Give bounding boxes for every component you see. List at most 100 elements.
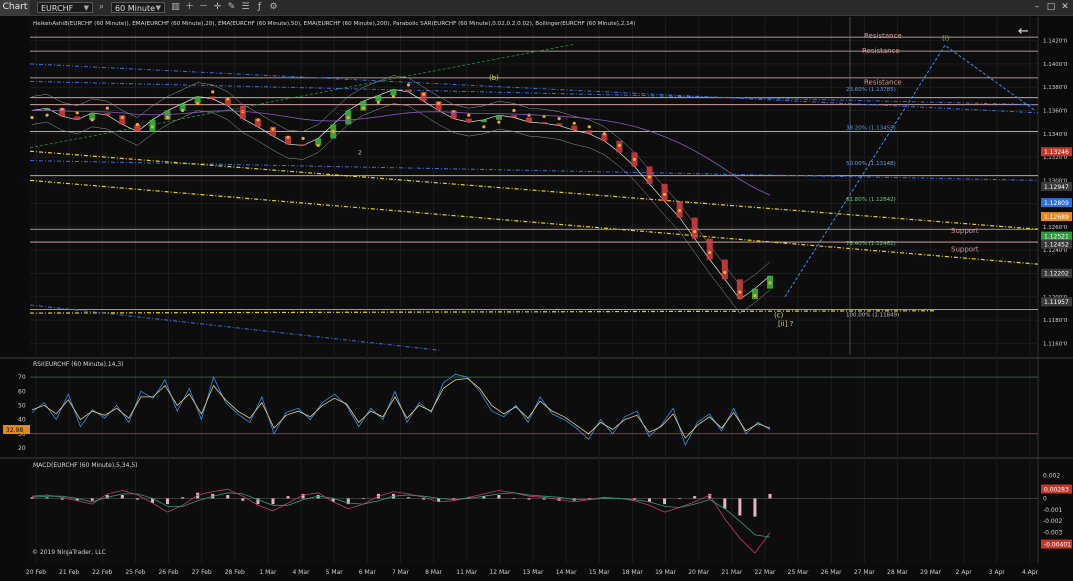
interval-select[interactable]: 60 Minute ▼ bbox=[111, 2, 165, 13]
x-tick-label: 27 Feb bbox=[192, 569, 212, 576]
candle bbox=[661, 183, 668, 202]
fib-level-label: 61.80% (1.12842) bbox=[846, 197, 896, 203]
candle bbox=[300, 144, 307, 146]
sar-dot bbox=[587, 125, 591, 129]
price-tick-label: 1.1260'0 bbox=[1043, 225, 1068, 231]
price-badge-label: 1.12809 bbox=[1044, 200, 1069, 207]
search-icon[interactable]: ⌕ bbox=[96, 2, 107, 13]
strategies-icon[interactable]: ⚙ bbox=[268, 2, 279, 13]
sar-dot bbox=[120, 115, 124, 120]
x-tick-label: 5 Mar bbox=[326, 569, 344, 576]
x-tick-label: 22 Mar bbox=[754, 569, 775, 576]
resistance-label: Resistance bbox=[864, 79, 902, 87]
candle bbox=[541, 122, 548, 124]
properties-icon[interactable]: ☰ bbox=[240, 2, 251, 13]
price-tick-label: 1.1340'0 bbox=[1043, 132, 1068, 138]
macd-histogram-bar bbox=[693, 496, 697, 499]
close-icon[interactable]: ✕ bbox=[1058, 0, 1072, 15]
x-tick-label: 18 Mar bbox=[622, 569, 643, 576]
price-tick-label: 1.1240'0 bbox=[1043, 248, 1068, 254]
sar-dot bbox=[376, 100, 381, 104]
price-badge-label: 1.12452 bbox=[1044, 241, 1069, 248]
sar-dot bbox=[632, 157, 637, 161]
arrow-left-icon[interactable]: ← bbox=[1018, 24, 1029, 39]
sar-dot bbox=[421, 92, 426, 96]
macd-histogram-bar bbox=[678, 498, 682, 500]
bar-type-icon[interactable]: ▥ bbox=[170, 2, 181, 13]
macd-tick-label: 0 bbox=[1043, 495, 1047, 502]
zoom-out-icon[interactable]: － bbox=[198, 2, 209, 13]
sar-dot bbox=[738, 290, 742, 294]
sar-dot bbox=[90, 118, 94, 122]
x-tick-label: 14 Mar bbox=[556, 569, 577, 576]
price-badge-label: 1.12202 bbox=[1044, 271, 1069, 278]
sar-dot bbox=[271, 127, 275, 131]
candle bbox=[495, 115, 502, 120]
sar-dot bbox=[30, 115, 34, 120]
sar-dot bbox=[135, 122, 140, 127]
sar-dot bbox=[226, 97, 230, 101]
maximize-icon[interactable]: □ bbox=[1044, 0, 1058, 15]
x-tick-label: 8 Mar bbox=[425, 569, 443, 576]
x-tick-label: 19 Mar bbox=[655, 569, 676, 576]
sar-dot bbox=[211, 90, 215, 94]
sar-dot bbox=[482, 125, 486, 129]
indicators-icon[interactable]: ƒ bbox=[254, 2, 265, 13]
price-tick-label: 1.1380'0 bbox=[1043, 85, 1068, 91]
candle bbox=[526, 117, 533, 123]
fib-level-label: 50.00% (1.13148) bbox=[846, 161, 896, 167]
macd-histogram-bar bbox=[45, 497, 49, 499]
rsi-value-label: 32.98 bbox=[6, 427, 23, 434]
candle bbox=[571, 125, 578, 131]
sar-dot bbox=[753, 294, 757, 298]
macd-histogram-bar bbox=[663, 498, 667, 505]
x-tick-label: 25 Mar bbox=[788, 569, 809, 576]
candle bbox=[405, 89, 412, 92]
macd-histogram-bar bbox=[286, 496, 290, 499]
x-tick-label: 15 Mar bbox=[589, 569, 610, 576]
price-tick-label: 1.1420'0 bbox=[1043, 39, 1068, 45]
x-tick-label: 2 Apr bbox=[956, 569, 973, 576]
macd-tick-label: -0.001 bbox=[1043, 507, 1063, 514]
sar-dot bbox=[150, 125, 155, 129]
resistance-label: Resistance bbox=[864, 32, 902, 40]
chevron-down-icon: ▼ bbox=[155, 4, 161, 12]
candle bbox=[465, 118, 472, 123]
x-tick-label: 11 Mar bbox=[456, 569, 477, 576]
x-tick-label: 20 Mar bbox=[688, 569, 709, 576]
macd-histogram-bar bbox=[361, 498, 365, 500]
x-tick-label: 21 Mar bbox=[721, 569, 742, 576]
crosshair-icon[interactable]: ✛ bbox=[212, 2, 223, 13]
x-tick-label: 13 Mar bbox=[523, 569, 544, 576]
instrument-select[interactable]: EURCHF ▼ bbox=[37, 2, 93, 13]
macd-histogram-bar bbox=[181, 497, 185, 499]
rsi-panel-title: RSI(EURCHF (60 Minute),14,3) bbox=[33, 361, 124, 368]
macd-panel-title: MACD(EURCHF (60 Minute),5,34,5) bbox=[33, 462, 138, 469]
chart-tab[interactable]: Chart bbox=[0, 0, 30, 15]
sar-dot bbox=[512, 108, 516, 113]
macd-histogram-bar bbox=[542, 498, 546, 500]
macd-value-label: 0.00283 bbox=[1044, 486, 1069, 493]
price-badge-label: 1.11957 bbox=[1044, 299, 1069, 306]
resistance-label: Resistance bbox=[862, 47, 900, 55]
sar-dot bbox=[497, 120, 501, 124]
chart-toolbar: Chart EURCHF ▼ ⌕ 60 Minute ▼ ▥ ＋ － ✛ ✎ ☰ ƒ… bbox=[0, 0, 1073, 16]
sar-dot bbox=[331, 129, 335, 134]
macd-histogram-bar bbox=[241, 498, 245, 501]
support-label: Support bbox=[951, 227, 979, 235]
sar-dot bbox=[256, 118, 260, 122]
sar-dot bbox=[723, 270, 727, 274]
macd-histogram-bar bbox=[587, 498, 591, 500]
macd-histogram-bar bbox=[497, 495, 501, 499]
copyright-text: © 2019 NinjaTrader, LLC bbox=[32, 549, 106, 556]
rsi-tick-label: 50 bbox=[18, 402, 26, 409]
zoom-in-icon[interactable]: ＋ bbox=[184, 2, 195, 13]
sar-dot bbox=[361, 106, 365, 110]
price-tick-label: 1.1180'0 bbox=[1043, 318, 1068, 324]
sar-dot bbox=[286, 135, 290, 139]
macd-histogram-bar bbox=[60, 498, 64, 500]
wave-label: (i) bbox=[942, 35, 950, 43]
draw-tool-icon[interactable]: ✎ bbox=[226, 2, 237, 13]
macd-histogram-bar bbox=[723, 498, 727, 509]
minimize-icon[interactable]: – bbox=[1030, 0, 1044, 15]
